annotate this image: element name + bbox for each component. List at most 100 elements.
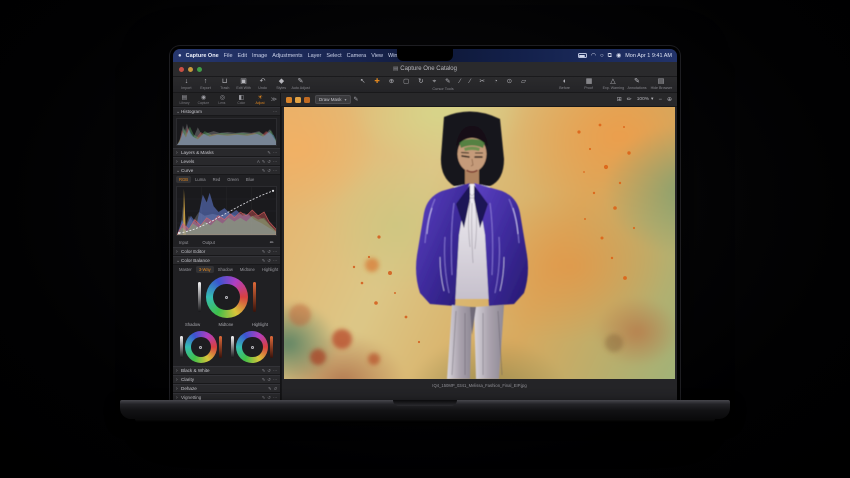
- crop-tool[interactable]: ▢: [403, 78, 409, 86]
- tab-library[interactable]: ▤ Library: [176, 95, 193, 105]
- apple-menu-icon[interactable]: ●: [178, 53, 182, 59]
- cb-tab-3way[interactable]: 3-Way: [195, 266, 214, 273]
- reset-icon[interactable]: ↺: [273, 386, 277, 391]
- image-viewer[interactable]: IQ4_150MP_0341_Melissa_Fashion_Final_EIP…: [282, 107, 677, 400]
- edit-icon[interactable]: ✎: [262, 249, 266, 254]
- more-icon[interactable]: ⋯: [273, 258, 277, 263]
- export-button[interactable]: ↑ Export: [196, 78, 215, 90]
- menu-adjustments[interactable]: Adjustments: [272, 53, 302, 59]
- proof-button[interactable]: ▦ Proof: [577, 78, 601, 90]
- curve-tab-rgb[interactable]: RGB: [176, 176, 192, 183]
- siri-icon[interactable]: ◉: [616, 53, 621, 59]
- wheel-cursor[interactable]: [250, 345, 254, 349]
- zoom-level-control[interactable]: 100% ▾: [637, 97, 654, 102]
- menu-image[interactable]: Image: [252, 53, 267, 59]
- more-icon[interactable]: ⋯: [273, 368, 277, 373]
- grid-overlay-icon[interactable]: ⊞: [617, 97, 622, 103]
- edit-icon[interactable]: ✎: [262, 368, 266, 373]
- midtone-color-wheel[interactable]: [205, 276, 248, 318]
- panel-header-layers-masks[interactable]: › Layers & Masks ✎ ⋯: [173, 148, 280, 157]
- curve-tab-green[interactable]: Green: [224, 176, 242, 183]
- cb-tab-master[interactable]: Master: [176, 266, 195, 273]
- battery-icon[interactable]: [577, 53, 587, 58]
- styles-button[interactable]: ◆ Styles: [272, 78, 291, 90]
- tab-color[interactable]: ◧ Color: [233, 95, 250, 105]
- menu-layer[interactable]: Layer: [308, 53, 322, 59]
- more-icon[interactable]: ⋯: [273, 377, 277, 382]
- panel-header-histogram[interactable]: ⌄ Histogram ⋯: [173, 107, 280, 116]
- saturation-slider[interactable]: [218, 336, 222, 358]
- zoom-out-icon[interactable]: −: [658, 97, 662, 103]
- curve-picker-icon[interactable]: ✏: [270, 240, 274, 246]
- more-icon[interactable]: ⋯: [273, 249, 277, 254]
- select-tool[interactable]: ↖: [360, 78, 365, 86]
- brush-icon[interactable]: ✎: [354, 97, 359, 103]
- highlight-color-wheel[interactable]: [236, 331, 269, 363]
- curve-graph[interactable]: [176, 186, 277, 236]
- lightness-slider[interactable]: [231, 336, 235, 358]
- menu-edit[interactable]: Edit: [238, 53, 247, 59]
- annotate-pen-icon[interactable]: ✏: [627, 97, 632, 103]
- reset-icon[interactable]: ↺: [267, 159, 271, 164]
- cb-tab-shadow[interactable]: Shadow: [215, 266, 236, 273]
- before-after-button[interactable]: ◐ Before: [553, 78, 577, 90]
- rotate-tool[interactable]: ↻: [418, 78, 423, 86]
- auto-adjust-button[interactable]: ✎ Auto Adjust: [291, 78, 310, 90]
- erase-mask-tool[interactable]: ∕: [459, 78, 460, 86]
- import-button[interactable]: ↓ Import: [177, 78, 196, 90]
- lightness-slider[interactable]: [197, 282, 201, 312]
- menu-camera[interactable]: Camera: [347, 53, 367, 59]
- more-icon[interactable]: ⋯: [273, 109, 277, 114]
- spot-tool[interactable]: ⊙: [507, 78, 512, 86]
- keystone-tool[interactable]: ⌖: [433, 78, 437, 86]
- heal-tool[interactable]: ✂: [479, 78, 484, 86]
- tab-adjust[interactable]: ☀ Adjust: [252, 95, 269, 105]
- saturation-slider[interactable]: [252, 282, 256, 312]
- edit-icon[interactable]: ✎: [267, 150, 271, 155]
- panel-header-color-balance[interactable]: ⌄ Color Balance ✎ ↺ ⋯: [173, 256, 280, 265]
- wheel-cursor[interactable]: [225, 295, 228, 299]
- shadow-color-wheel[interactable]: [184, 331, 217, 363]
- mask-tool-dropdown[interactable]: Draw Mask ▾: [315, 95, 351, 104]
- menu-select[interactable]: Select: [326, 53, 341, 59]
- edit-icon[interactable]: ✎: [262, 159, 266, 164]
- edit-with-button[interactable]: ▣ Edit With: [234, 78, 253, 90]
- cb-tab-midtone[interactable]: Midtone: [237, 266, 258, 273]
- draw-mask-tool[interactable]: ✎: [445, 78, 450, 86]
- edit-icon[interactable]: ✎: [262, 377, 266, 382]
- more-icon[interactable]: ⋯: [273, 159, 277, 164]
- panel-header-vignetting[interactable]: › Vignetting ✎ ↺ ⋯: [173, 393, 280, 400]
- hide-browser-button[interactable]: ▤ Hide Browser: [649, 78, 673, 90]
- panel-header-color-editor[interactable]: › Color Editor ✎ ↺ ⋯: [173, 247, 280, 256]
- mask-color-chip[interactable]: [295, 96, 301, 103]
- annotate-tool[interactable]: ▱: [521, 78, 526, 86]
- wheel-cursor[interactable]: [199, 345, 203, 349]
- reset-icon[interactable]: ↺: [267, 377, 271, 382]
- edit-icon[interactable]: ✎: [262, 258, 266, 263]
- control-center-icon[interactable]: ⧉: [608, 53, 612, 59]
- reset-icon[interactable]: ↺: [267, 368, 271, 373]
- panel-header-clarity[interactable]: › Clarity ✎ ↺ ⋯: [173, 375, 280, 384]
- zoom-tool[interactable]: ⊕: [389, 78, 394, 86]
- tab-lens[interactable]: ◎ Lens: [214, 95, 231, 105]
- panel-header-curve[interactable]: ⌄ Curve ✎ ↺ ⋯: [173, 166, 280, 175]
- edit-icon[interactable]: ✎: [268, 386, 272, 391]
- mask-color-chip[interactable]: [304, 96, 310, 103]
- more-icon[interactable]: ⋯: [273, 150, 277, 155]
- trash-button[interactable]: ⊔ Trash: [215, 78, 234, 90]
- clone-tool[interactable]: ◔: [494, 78, 498, 86]
- cb-tab-highlight[interactable]: Highlight: [259, 266, 280, 273]
- reset-icon[interactable]: ↺: [267, 249, 271, 254]
- panel-header-dehaze[interactable]: › Dehaze ✎ ↺: [173, 384, 280, 393]
- exposure-warning-button[interactable]: △ Exp. Warning: [601, 78, 625, 90]
- menu-view[interactable]: View: [371, 53, 383, 59]
- search-icon[interactable]: ○: [600, 53, 604, 59]
- reset-icon[interactable]: ↺: [267, 258, 271, 263]
- zoom-in-icon[interactable]: ⊕: [667, 97, 672, 103]
- pan-tool[interactable]: ✚: [374, 78, 379, 86]
- reset-icon[interactable]: ↺: [267, 168, 271, 173]
- mask-color-chip[interactable]: [286, 96, 292, 103]
- curve-tab-luma[interactable]: Luma: [192, 176, 208, 183]
- curve-tab-red[interactable]: Red: [210, 176, 224, 183]
- app-menu[interactable]: Capture One: [186, 53, 219, 59]
